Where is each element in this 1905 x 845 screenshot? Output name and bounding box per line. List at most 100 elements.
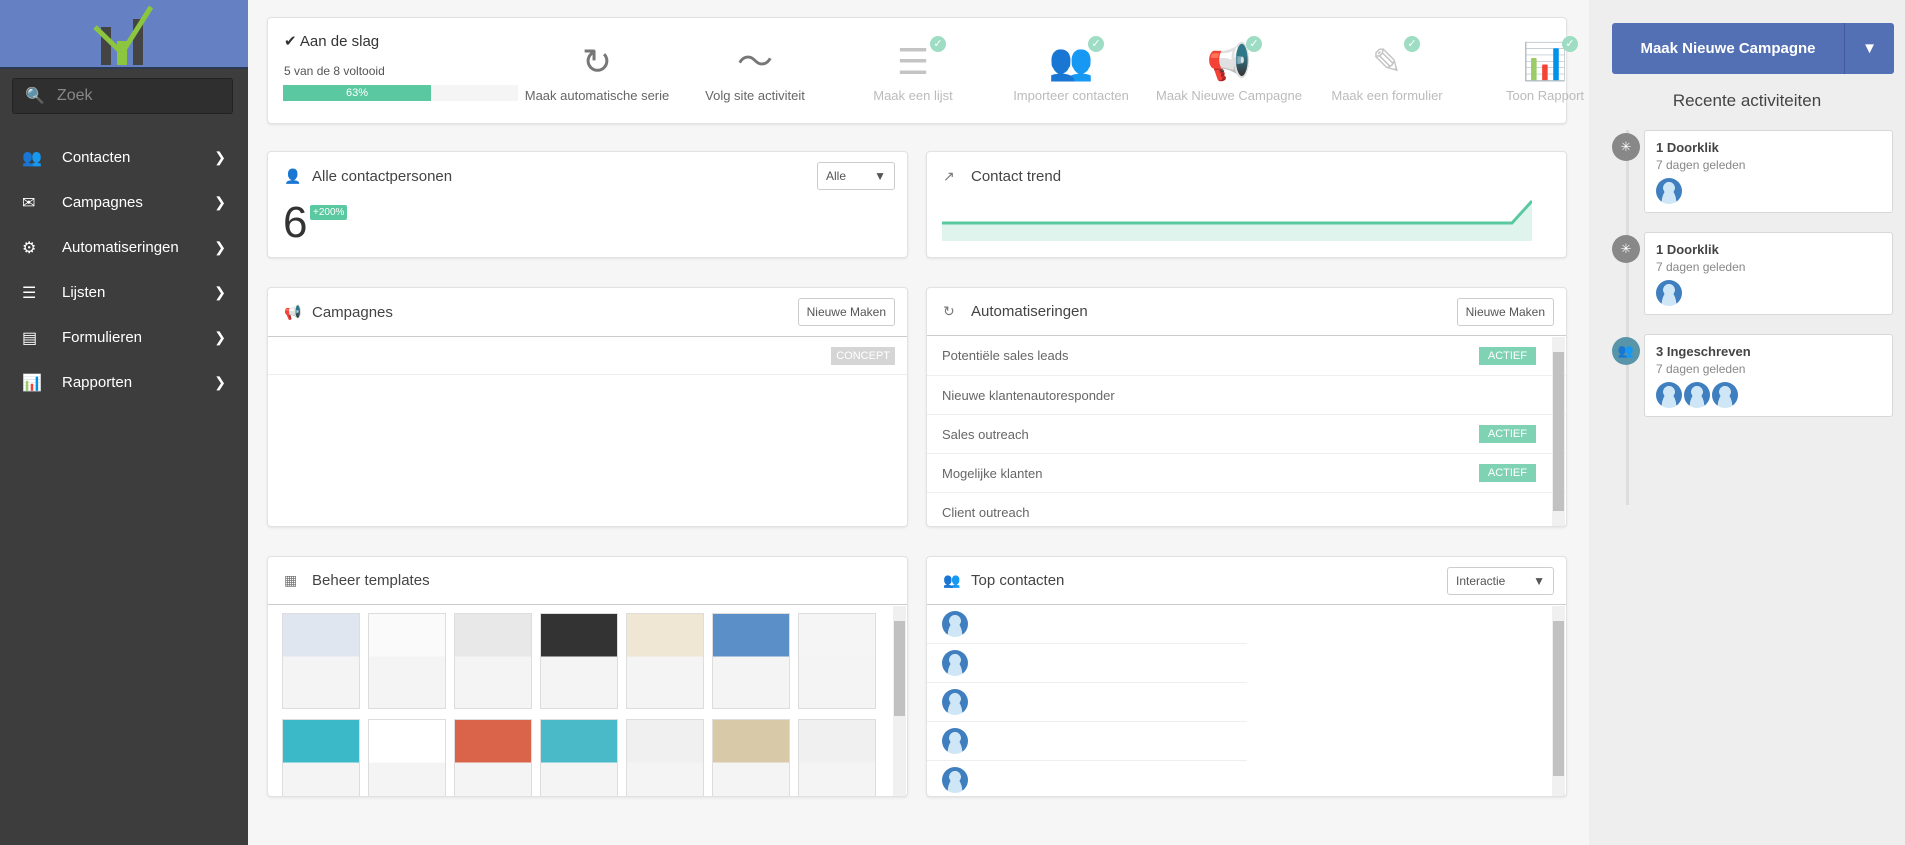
contacts-card: 👤 Alle contactpersonen Alle ▼ 6 +200% <box>267 151 908 258</box>
template-thumbnail[interactable] <box>540 613 618 709</box>
top-contact-row[interactable] <box>927 605 1247 644</box>
right-panel: Maak Nieuwe Campagne ▼ Recente activitei… <box>1589 0 1905 845</box>
template-thumbnail[interactable] <box>454 613 532 709</box>
caret-down-icon: ▼ <box>874 169 886 183</box>
step-item[interactable]: ✎ ✓ Maak een formulier <box>1308 36 1466 103</box>
automation-row[interactable]: Mogelijke klanten ACTIEF <box>927 453 1566 492</box>
chart-icon: 📊 <box>22 374 42 392</box>
template-thumbnail[interactable] <box>626 613 704 709</box>
step-item[interactable]: 〜 Volg site activiteit <box>676 36 834 103</box>
sidebar-item-rapporten[interactable]: 📊 Rapporten ❯ <box>0 360 248 405</box>
automations-card: ↻ Automatiseringen Nieuwe Maken Potentiële… <box>926 287 1567 527</box>
form-icon: ▤ <box>22 329 38 347</box>
search-input[interactable]: 🔍 Zoek <box>12 78 233 114</box>
pointer-click-icon: ✳ <box>1612 133 1640 161</box>
avatar[interactable] <box>1656 280 1682 306</box>
contact-trend-card: ↗ Contact trend <box>926 151 1567 258</box>
contact-count: 6 <box>283 198 308 247</box>
template-thumbnail[interactable] <box>712 719 790 796</box>
template-thumbnail[interactable] <box>454 719 532 796</box>
search-icon: 🔍 <box>25 88 45 105</box>
automation-row[interactable]: Sales outreach ACTIEF <box>927 414 1566 453</box>
avatar <box>942 728 968 754</box>
envelope-icon: ✉ <box>22 194 36 212</box>
new-campaign-split-button[interactable]: Maak Nieuwe Campagne ▼ <box>1612 23 1894 74</box>
campaign-row[interactable]: CONCEPT <box>268 336 907 375</box>
avatar <box>942 611 968 637</box>
sidebar-item-contacten[interactable]: 👥 Contacten ❯ <box>0 135 248 180</box>
automation-row[interactable]: Potentiële sales leads ACTIEF <box>927 336 1566 375</box>
scrollbar[interactable] <box>1552 337 1565 526</box>
campaigns-card: 📢 Campagnes Nieuwe Maken CONCEPT <box>267 287 908 527</box>
status-badge: ACTIEF <box>1478 464 1536 482</box>
avatar[interactable] <box>1712 382 1738 408</box>
pointer-click-icon: ✳ <box>1612 235 1640 263</box>
avatar <box>942 767 968 793</box>
users-icon: 👥 <box>1048 41 1094 82</box>
scrollbar[interactable] <box>893 606 906 796</box>
card-title: Top contacten <box>971 572 1065 589</box>
step-item[interactable]: 👥 ✓ Importeer contacten <box>992 36 1150 103</box>
check-badge-icon: ✓ <box>1088 36 1104 52</box>
new-campaign-button[interactable]: Nieuwe Maken <box>797 298 895 326</box>
logo[interactable] <box>0 0 248 69</box>
card-title: Automatiseringen <box>971 303 1088 320</box>
contacts-filter-select[interactable]: Alle ▼ <box>817 162 895 190</box>
templates-card: ▦ Beheer templates <box>267 556 908 797</box>
activity-icon: 〜 <box>736 41 773 82</box>
template-thumbnail[interactable] <box>368 719 446 796</box>
top-contact-row[interactable] <box>927 761 1247 796</box>
step-item[interactable]: 📢 ✓ Maak Nieuwe Campagne <box>1150 36 1308 103</box>
check-badge-icon: ✓ <box>1246 36 1262 52</box>
chevron-right-icon: ❯ <box>214 374 226 390</box>
users-icon: 👥 <box>943 572 961 588</box>
template-thumbnail[interactable] <box>368 613 446 709</box>
change-badge: +200% <box>310 205 348 220</box>
card-title: Beheer templates <box>312 572 430 589</box>
template-thumbnail[interactable] <box>798 719 876 796</box>
template-thumbnail[interactable] <box>282 613 360 709</box>
avatar[interactable] <box>1656 178 1682 204</box>
chevron-right-icon: ❯ <box>214 329 226 345</box>
new-automation-button[interactable]: Nieuwe Maken <box>1456 297 1554 326</box>
contacts-icon: 👥 <box>22 149 42 167</box>
template-thumbnail[interactable] <box>282 719 360 796</box>
template-thumbnail[interactable] <box>626 719 704 796</box>
top-contact-row[interactable] <box>927 644 1247 683</box>
avatar[interactable] <box>1656 382 1682 408</box>
top-contact-row[interactable] <box>927 683 1247 722</box>
template-thumbnail[interactable] <box>712 613 790 709</box>
activity-card[interactable]: 3 Ingeschreven 7 dagen geleden <box>1644 334 1893 417</box>
sidebar-item-formulieren[interactable]: ▤ Formulieren ❯ <box>0 315 248 360</box>
getting-started-card: ✔ Aan de slag 5 van de 8 voltooid 63% ↻ M… <box>267 17 1584 124</box>
step-item[interactable]: ☰ ✓ Maak een lijst <box>834 36 992 103</box>
automation-row[interactable]: Nieuwe klantenautoresponder <box>927 375 1566 414</box>
getting-started-title: Aan de slag <box>299 33 380 50</box>
sidebar-item-lijsten[interactable]: ☰ Lijsten ❯ <box>0 270 248 315</box>
refresh-icon: ↻ <box>943 303 955 319</box>
caret-down-icon: ▼ <box>1533 573 1545 588</box>
card-title: Campagnes <box>312 303 393 321</box>
users-icon: 👥 <box>1612 337 1640 365</box>
template-thumbnail[interactable] <box>540 719 618 796</box>
automation-icon: ⚙ <box>22 239 37 257</box>
sidebar-item-campagnes[interactable]: ✉ Campagnes ❯ <box>0 180 248 225</box>
sidebar: 🔍 Zoek 👥 Contacten ❯ ✉ Campagnes ❯ ⚙ Automatiser… <box>0 0 248 845</box>
automation-row[interactable]: Client outreach <box>927 492 1566 526</box>
timeline-line <box>1626 130 1629 505</box>
top-contacts-filter-select[interactable]: Interactie ▼ <box>1447 566 1554 595</box>
template-thumbnail[interactable] <box>798 613 876 709</box>
activity-card[interactable]: 1 Doorklik 7 dagen geleden <box>1644 232 1893 315</box>
avatar[interactable] <box>1684 382 1710 408</box>
scrollbar[interactable] <box>1552 606 1565 796</box>
caret-down-icon[interactable]: ▼ <box>1844 23 1894 74</box>
step-item[interactable]: ↻ Maak automatische serie <box>518 36 676 103</box>
new-campaign-button[interactable]: Maak Nieuwe Campagne <box>1612 23 1844 74</box>
top-contact-row[interactable] <box>927 722 1247 761</box>
sidebar-item-automatiseringen[interactable]: ⚙ Automatiseringen ❯ <box>0 225 248 270</box>
recent-activity-title: Recente activiteiten <box>1672 91 1822 110</box>
status-badge: ACTIEF <box>1478 346 1536 365</box>
top-contacts-card: 👥 Top contacten Interactie ▼ <box>926 556 1567 797</box>
activity-card[interactable]: 1 Doorklik 7 dagen geleden <box>1644 130 1893 213</box>
avatar <box>942 689 968 715</box>
